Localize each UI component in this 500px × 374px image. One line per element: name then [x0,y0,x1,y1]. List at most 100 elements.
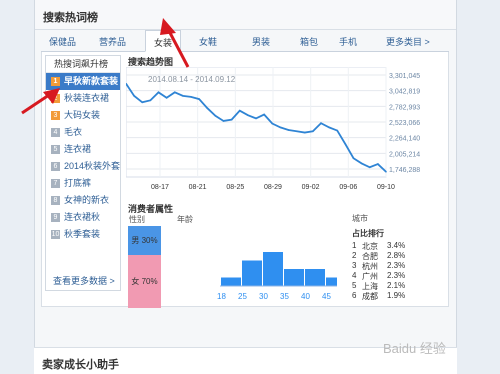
age-tick-label: 25 [238,292,247,301]
list-item[interactable]: 7 打底裤 [46,175,120,192]
city-name: 杭州 [362,262,378,271]
city-row: 6 成都 1.9% [352,291,442,301]
age-bar [221,277,241,286]
trend-point [320,122,322,125]
trend-point [295,130,298,133]
gender-label: 性别 [129,215,145,224]
tab-bags[interactable]: 箱包 [300,35,318,48]
seller-helper-title: 卖家成长小助手 [42,359,119,371]
city-rank: 2 [352,251,357,260]
list-item[interactable]: 3 大码女装 [46,107,120,124]
view-more-data-link[interactable]: 查看更多数据 > [53,274,115,287]
list-title: 热搜词飙升榜 [46,56,120,73]
tab-phones[interactable]: 手机 [339,35,357,48]
trend-point [141,101,144,104]
city-row: 4 广州 2.3% [352,271,442,281]
city-ranking: 城市 占比排行 1 北京 3.4% 2 合肥 2.8% 3 杭州 2.3% 4 广州 2.3% … [352,213,442,303]
list-item-label: 连衣裙秋 [64,212,101,222]
rank-badge: 7 [51,179,60,188]
panel-title: 搜索热词榜 [43,12,98,24]
city-title: 城市 [352,214,368,223]
list-item-label: 秋装连衣裙 [64,93,110,103]
trend-point [247,114,249,116]
trend-point [230,118,233,121]
x-tick-label: 09-02 [302,184,320,191]
tab-mens-clothing[interactable]: 男装 [252,35,270,48]
city-row: 3 杭州 2.3% [352,261,442,271]
panel-header: 搜索热词榜 [35,0,456,30]
age-bar [263,252,283,286]
female-share: 女 70% [128,255,161,308]
list-item-label: 毛衣 [64,127,83,137]
city-rank: 5 [352,281,357,290]
trend-point [312,130,314,133]
trend-point [255,117,257,120]
trend-point [344,143,347,145]
gender-distribution: 男 30% 女 70% [128,226,161,308]
rank-badge: 10 [51,230,60,239]
city-percent: 3.4% [387,241,406,250]
city-percent: 2.3% [387,261,406,270]
trend-point [263,113,265,116]
city-name: 成都 [362,292,378,301]
age-tick-label: 30 [259,292,268,301]
city-rank: 1 [352,241,357,250]
city-row: 5 上海 2.1% [352,281,442,291]
age-bar [326,277,337,286]
rising-keywords-list: 热搜词飙升榜 1 早秋新款套装 2 秋装连衣裙 3 大码女装 4 毛衣 5 连衣裙 6 20… [45,55,121,291]
trend-point [385,170,387,173]
trend-point [303,131,306,134]
city-percent: 2.3% [387,271,406,280]
trend-point [157,91,160,94]
trend-point [149,99,152,102]
tab-nutrition[interactable]: 营养品 [99,35,126,48]
city-row: 1 北京 3.4% [352,241,442,251]
trend-point [133,95,135,97]
list-item[interactable]: 9 连衣裙秋 [46,209,120,226]
list-item[interactable]: 1 早秋新款套装 [46,73,120,90]
rank-badge: 5 [51,145,60,154]
trend-point [336,129,339,132]
city-rank: 6 [352,291,357,300]
trend-point [214,115,217,117]
list-item-label: 早秋新款套装 [64,76,119,86]
list-item[interactable]: 10 秋季套装 [46,226,120,243]
rank-badge: 4 [51,128,60,137]
city-name: 广州 [362,272,378,281]
tab-womens-shoes[interactable]: 女鞋 [199,35,217,48]
city-percent: 2.8% [387,251,406,260]
rank-badge: 9 [51,213,60,222]
age-bar [242,260,262,286]
x-tick-label: 08-25 [226,184,244,191]
trend-point [368,166,371,169]
city-rank: 3 [352,261,357,270]
list-item[interactable]: 4 毛衣 [46,124,120,141]
tab-womens-clothing[interactable]: 女装 [145,30,182,52]
tab-more-categories[interactable]: 更多类目 > [386,35,430,48]
y-tick-label: 2,005,214 [389,151,420,158]
city-subtitle: 占比排行 [352,229,384,238]
x-tick-label: 08-21 [189,184,207,191]
list-item[interactable]: 5 连衣裙 [46,141,120,158]
trend-point [198,98,200,100]
city-percent: 1.9% [387,291,406,300]
tab-health[interactable]: 保健品 [49,35,76,48]
list-item[interactable]: 8 女神的新衣 [46,192,120,209]
list-item[interactable]: 2 秋装连衣裙 [46,90,120,107]
list-item-label: 打底裤 [64,178,92,188]
x-tick-label: 09-06 [339,184,357,191]
rank-badge: 6 [51,162,60,171]
y-tick-label: 2,523,066 [389,120,420,127]
list-item[interactable]: 6 2014秋装外套 [46,158,120,175]
y-tick-label: 3,042,819 [389,89,420,96]
y-tick-label: 2,782,993 [389,104,420,111]
trend-point [173,91,176,94]
city-rank: 4 [352,271,357,280]
trend-point [206,107,209,109]
city-percent: 2.1% [387,281,406,290]
x-tick-label: 08-17 [151,184,169,191]
city-name: 合肥 [362,252,378,261]
rank-badge: 2 [51,94,60,103]
y-tick-label: 1,746,288 [389,167,420,174]
list-item-label: 秋季套装 [64,229,101,239]
